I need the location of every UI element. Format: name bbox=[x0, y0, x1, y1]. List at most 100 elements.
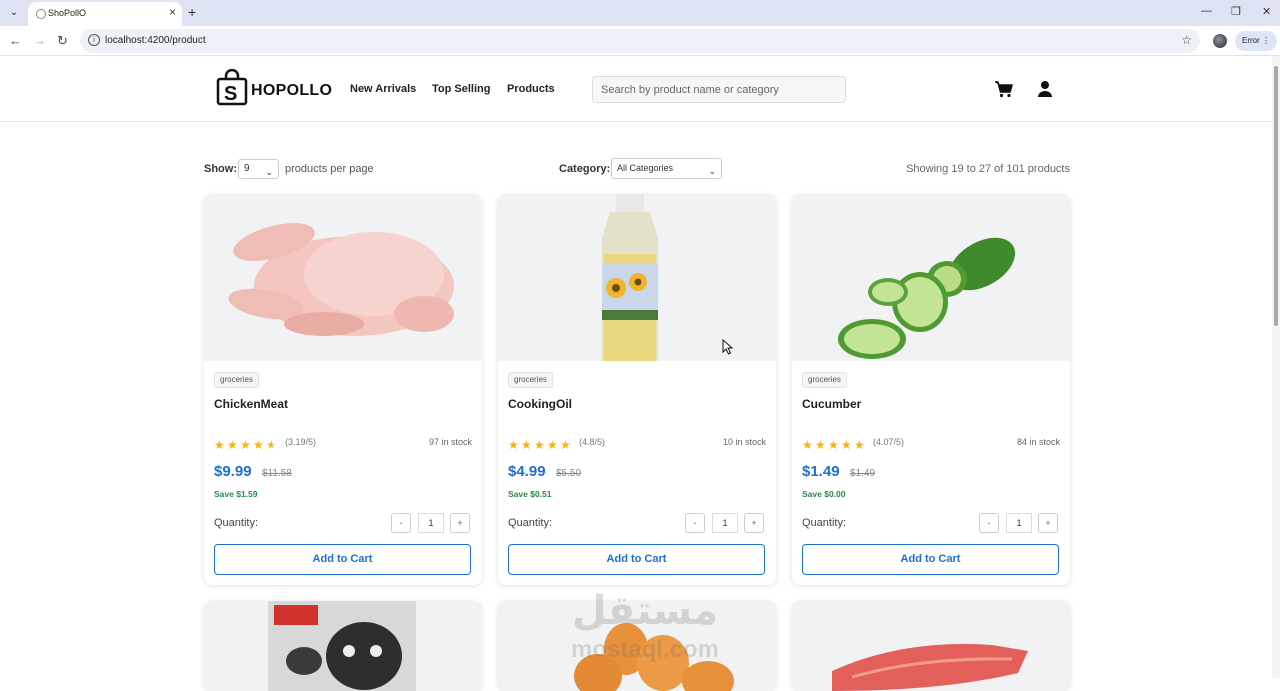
category-badge: groceries bbox=[214, 372, 259, 388]
price: $4.99 bbox=[508, 463, 546, 480]
star-icon: ★ bbox=[547, 438, 558, 452]
quantity-value[interactable]: 1 bbox=[1006, 513, 1032, 533]
close-tab-icon[interactable]: × bbox=[169, 5, 176, 19]
product-name[interactable]: CookingOil bbox=[508, 397, 572, 411]
per-page-select[interactable]: 9 ⌄ bbox=[238, 159, 279, 179]
add-to-cart-button[interactable]: Add to Cart bbox=[802, 544, 1059, 575]
star-icon: ★ bbox=[560, 438, 571, 452]
nav-products[interactable]: Products bbox=[507, 83, 555, 95]
back-icon[interactable]: ← bbox=[9, 33, 22, 48]
add-to-cart-button[interactable]: Add to Cart bbox=[214, 544, 471, 575]
user-icon[interactable] bbox=[1035, 80, 1055, 98]
tab-title: ShoPollO bbox=[48, 8, 87, 18]
tab-search-icon[interactable]: ⌄ bbox=[4, 3, 24, 23]
close-window-icon[interactable]: ✕ bbox=[1262, 5, 1271, 18]
star-icon: ★ bbox=[227, 438, 238, 452]
new-tab-icon[interactable]: + bbox=[188, 4, 196, 20]
star-icon: ★ bbox=[508, 438, 519, 452]
category-label: Category: bbox=[559, 163, 611, 175]
star-icon: ★ bbox=[841, 438, 852, 452]
forward-icon[interactable]: → bbox=[33, 33, 46, 48]
globe-icon bbox=[36, 9, 46, 19]
watermark-domain: mostaql.com bbox=[570, 636, 720, 663]
error-chip[interactable]: Error ⋮ bbox=[1235, 31, 1277, 51]
product-card: groceries ChickenMeat ★ ★ ★ ★ ★ (3.19/5) 97 … bbox=[204, 194, 482, 585]
old-price: $11.58 bbox=[262, 468, 292, 479]
show-label: Show: bbox=[204, 163, 237, 175]
star-icon: ★ bbox=[253, 438, 264, 452]
quantity-value[interactable]: 1 bbox=[712, 513, 738, 533]
reload-icon[interactable]: ↻ bbox=[57, 33, 68, 49]
star-rating: ★ ★ ★ ★ ★ bbox=[508, 436, 578, 452]
error-chip-label: Error bbox=[1242, 36, 1260, 45]
star-icon: ★ bbox=[214, 438, 225, 452]
star-rating: ★ ★ ★ ★ ★ bbox=[214, 436, 284, 452]
restore-icon[interactable]: ❐ bbox=[1231, 5, 1241, 18]
search-input[interactable] bbox=[593, 77, 845, 102]
price: $1.49 bbox=[802, 463, 840, 480]
product-name[interactable]: Cucumber bbox=[802, 397, 861, 411]
mouse-cursor-icon bbox=[722, 339, 734, 355]
chevron-down-icon: ⌄ bbox=[265, 167, 273, 177]
url-field[interactable]: i localhost:4200/product ☆ bbox=[80, 29, 1200, 53]
nav-top-selling[interactable]: Top Selling bbox=[432, 83, 490, 95]
bookmark-star-icon[interactable]: ☆ bbox=[1181, 33, 1192, 47]
quantity-decrease-button[interactable]: - bbox=[391, 513, 411, 533]
star-rating: ★ ★ ★ ★ ★ bbox=[802, 436, 872, 452]
quantity-label: Quantity: bbox=[508, 517, 553, 529]
cart-icon[interactable] bbox=[994, 80, 1014, 98]
price: $9.99 bbox=[214, 463, 252, 480]
search-box bbox=[592, 76, 846, 103]
stock-text: 10 in stock bbox=[722, 437, 766, 447]
per-page-value: 9 bbox=[244, 163, 250, 174]
quantity-increase-button[interactable]: + bbox=[744, 513, 764, 533]
results-count: Showing 19 to 27 of 101 products bbox=[906, 163, 1070, 175]
per-page-text: products per page bbox=[285, 163, 374, 175]
minimize-icon[interactable]: — bbox=[1201, 5, 1212, 17]
rating-text: (3.19/5) bbox=[285, 437, 317, 447]
quantity-decrease-button[interactable]: - bbox=[979, 513, 999, 533]
logo-text: HOPOLLO bbox=[251, 82, 333, 99]
quantity-value[interactable]: 1 bbox=[418, 513, 444, 533]
browser-tab-bar: ⌄ ShoPollO × + — ❐ ✕ bbox=[0, 0, 1280, 26]
product-image-chicken[interactable] bbox=[204, 194, 482, 361]
site-header: S HOPOLLO New Arrivals Top Selling Produ… bbox=[0, 56, 1272, 122]
browser-tab[interactable]: ShoPollO × bbox=[28, 2, 182, 26]
savings-text: Save $0.00 bbox=[802, 489, 846, 499]
savings-text: Save $0.51 bbox=[508, 489, 552, 499]
stock-text: 97 in stock bbox=[428, 437, 472, 447]
quantity-increase-button[interactable]: + bbox=[450, 513, 470, 533]
star-icon: ★ bbox=[828, 438, 839, 452]
rating-text: (4.07/5) bbox=[873, 437, 905, 447]
quantity-label: Quantity: bbox=[214, 517, 259, 529]
product-image-cooking-oil[interactable] bbox=[498, 194, 776, 361]
old-price: $1.49 bbox=[850, 468, 876, 479]
quantity-increase-button[interactable]: + bbox=[1038, 513, 1058, 533]
product-card: groceries Cucumber ★ ★ ★ ★ ★ (4.07/5) 84 in … bbox=[792, 194, 1070, 585]
profile-avatar[interactable] bbox=[1213, 34, 1227, 48]
quantity-label: Quantity: bbox=[802, 517, 847, 529]
star-icon: ★ bbox=[815, 438, 826, 452]
page-scrollbar[interactable] bbox=[1272, 56, 1280, 678]
shopollo-logo[interactable]: S HOPOLLO bbox=[216, 69, 332, 109]
chevron-down-icon: ⌄ bbox=[708, 166, 716, 176]
star-icon: ★ bbox=[534, 438, 545, 452]
category-badge: groceries bbox=[508, 372, 553, 388]
product-card: groceries CookingOil ★ ★ ★ ★ ★ (4.8/5) 10 in… bbox=[498, 194, 776, 585]
site-info-icon[interactable]: i bbox=[88, 34, 100, 46]
watermark-arabic: مستقل bbox=[571, 588, 719, 634]
add-to-cart-button[interactable]: Add to Cart bbox=[508, 544, 765, 575]
rating-text: (4.8/5) bbox=[579, 437, 606, 447]
product-image-cucumber[interactable] bbox=[792, 194, 1070, 361]
stock-text: 84 in stock bbox=[1016, 437, 1060, 447]
nav-new-arrivals[interactable]: New Arrivals bbox=[350, 83, 416, 95]
product-name[interactable]: ChickenMeat bbox=[214, 397, 288, 411]
scrollbar-thumb[interactable] bbox=[1274, 66, 1278, 326]
star-icon: ★ bbox=[802, 438, 813, 452]
quantity-decrease-button[interactable]: - bbox=[685, 513, 705, 533]
category-select[interactable]: All Categories ⌄ bbox=[611, 158, 722, 179]
shopping-bag-logo-icon: S bbox=[216, 69, 248, 106]
half-star-icon: ★ bbox=[266, 439, 279, 451]
savings-text: Save $1.59 bbox=[214, 489, 258, 499]
mostaql-watermark: مستقل mostaql.com bbox=[560, 588, 730, 678]
